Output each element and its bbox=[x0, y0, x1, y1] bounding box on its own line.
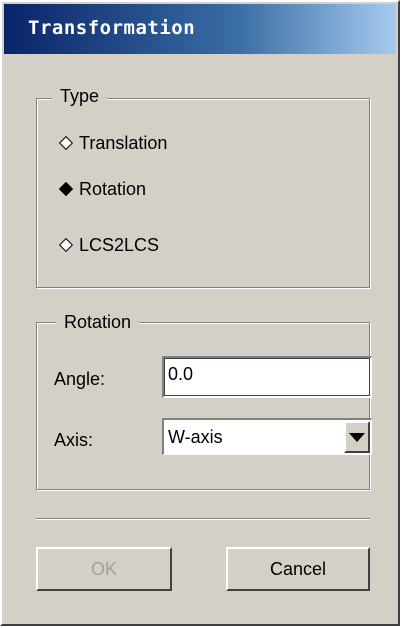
angle-input[interactable]: 0.0 bbox=[162, 356, 372, 398]
ok-button[interactable]: OK bbox=[36, 547, 172, 591]
radio-diamond-icon bbox=[58, 135, 74, 151]
axis-select-value: W-axis bbox=[168, 427, 223, 447]
radio-rotation[interactable]: Rotation bbox=[58, 176, 146, 202]
type-legend: Type bbox=[52, 86, 108, 106]
window-title: Transformation bbox=[28, 17, 196, 39]
axis-select[interactable]: W-axis bbox=[162, 418, 372, 455]
separator bbox=[36, 518, 370, 520]
rotation-groupbox bbox=[36, 322, 370, 490]
radio-diamond-checked-icon bbox=[58, 181, 74, 197]
axis-label: Axis: bbox=[54, 430, 94, 450]
cancel-button[interactable]: Cancel bbox=[226, 547, 370, 591]
radio-label-lcs2lcs: LCS2LCS bbox=[79, 234, 160, 255]
radio-diamond-icon bbox=[58, 237, 74, 253]
radio-label-translation: Translation bbox=[79, 132, 168, 153]
title-bar[interactable]: Transformation bbox=[4, 4, 396, 54]
radio-label-rotation: Rotation bbox=[79, 178, 147, 199]
axis-dropdown-button[interactable] bbox=[344, 421, 370, 453]
radio-lcs2lcs[interactable]: LCS2LCS bbox=[58, 232, 159, 258]
chevron-down-icon bbox=[349, 432, 365, 442]
radio-translation[interactable]: Translation bbox=[58, 130, 167, 156]
rotation-legend: Rotation bbox=[56, 312, 140, 332]
angle-label: Angle: bbox=[54, 369, 106, 389]
transformation-dialog: Transformation Type Translation Rotation… bbox=[0, 0, 400, 626]
